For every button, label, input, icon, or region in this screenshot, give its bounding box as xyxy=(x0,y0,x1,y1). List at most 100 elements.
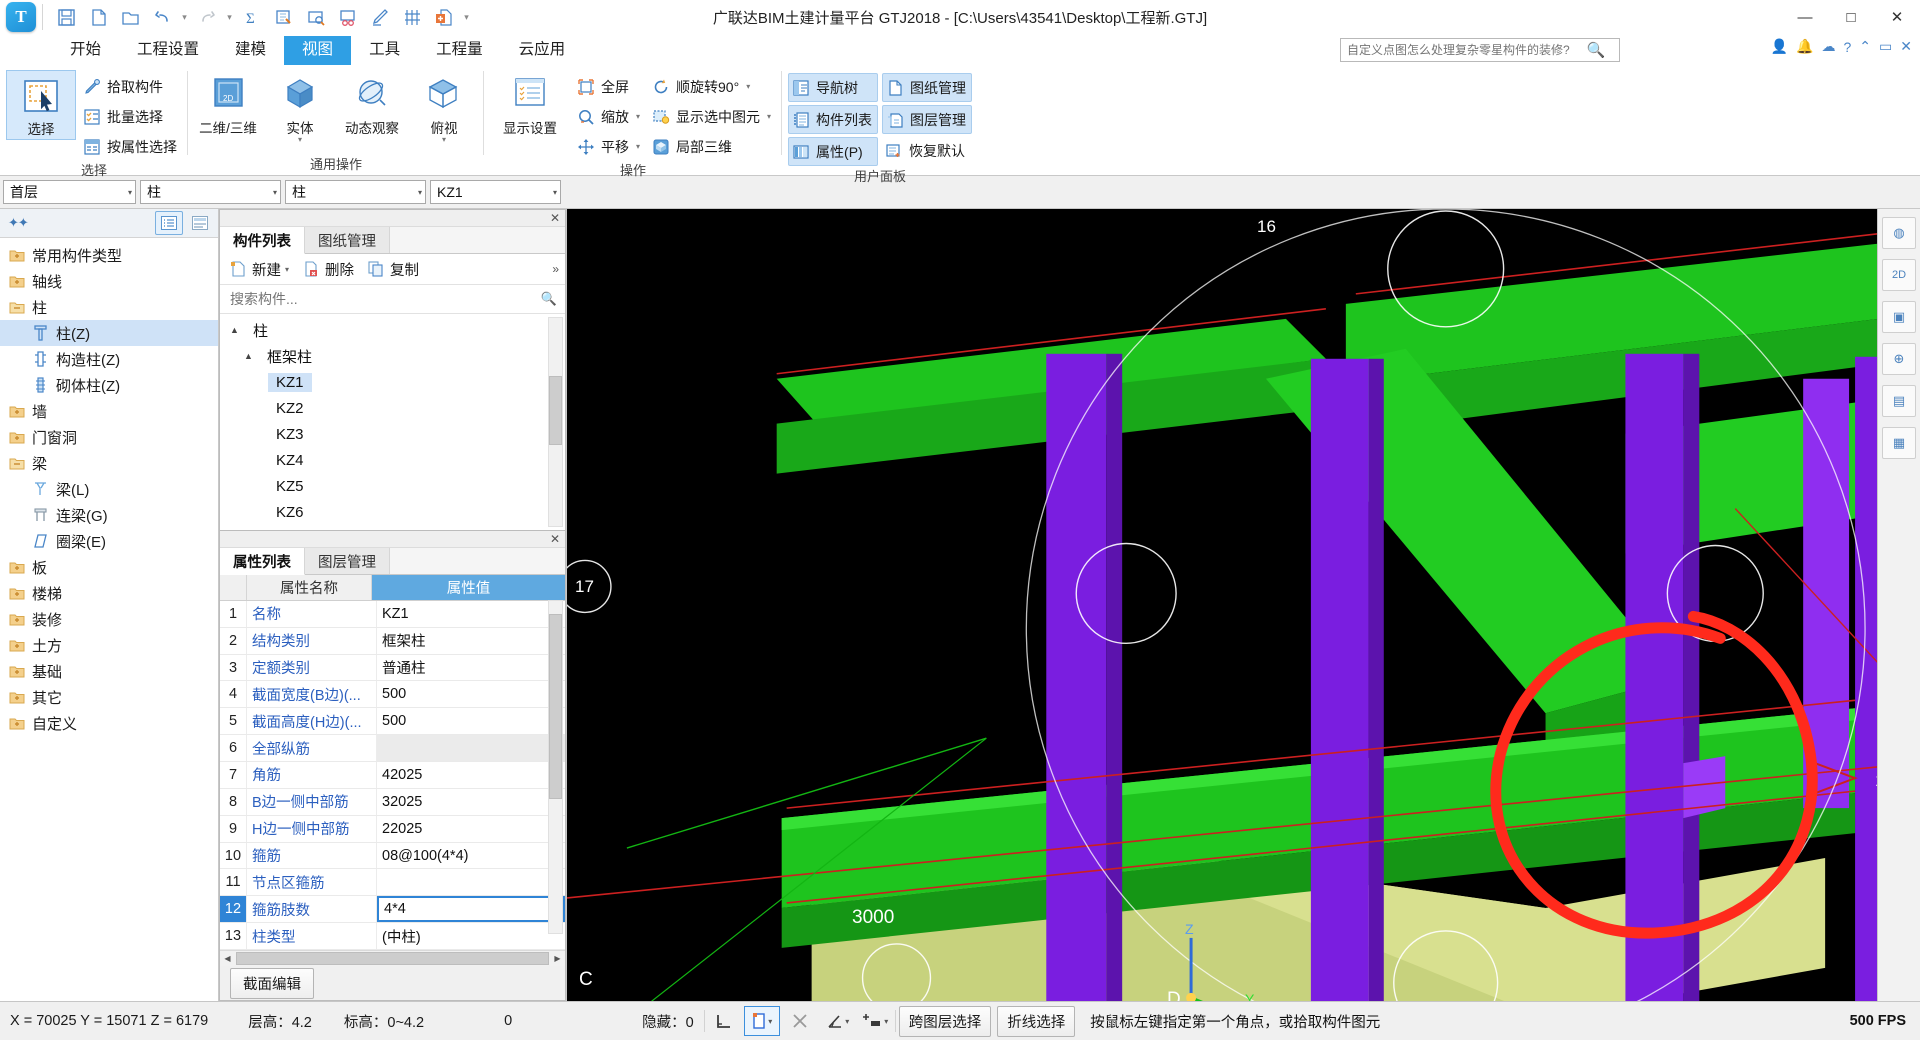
model-3d-scene[interactable] xyxy=(567,209,1920,1001)
chevron-down-icon[interactable]: ▾ xyxy=(845,1017,849,1026)
view-2d-button[interactable]: 2D xyxy=(1882,259,1916,291)
local-3d-button[interactable]: 局部三维 xyxy=(649,133,776,160)
cross-snap-button[interactable] xyxy=(782,1006,818,1036)
nav-item-slab[interactable]: 板 xyxy=(0,554,218,580)
table-row[interactable]: 5 截面高度(H边)(... 500 xyxy=(220,708,565,735)
nav-item-door-window[interactable]: 门窗洞 xyxy=(0,424,218,450)
nav-item-column-group[interactable]: 柱 xyxy=(0,294,218,320)
batch-icon[interactable] xyxy=(333,3,363,31)
check-model-icon[interactable] xyxy=(269,3,299,31)
sidebar-item-beam-l[interactable]: 梁(L) xyxy=(0,476,218,502)
component-tree-node-frame-column[interactable]: ▲ 框架柱 xyxy=(220,343,565,369)
save-icon[interactable] xyxy=(51,3,81,31)
ribbon-close-icon[interactable]: ✕ xyxy=(1900,38,1912,55)
drawing-manage-toggle[interactable]: 图纸管理 xyxy=(882,73,972,102)
scroll-right-arrow[interactable]: ▶ xyxy=(552,954,563,963)
component-item-kz6[interactable]: KZ6 xyxy=(220,499,565,525)
subcategory-select[interactable]: 柱 ▾ xyxy=(285,180,426,204)
redo-dropdown-caret[interactable]: ▾ xyxy=(224,12,235,23)
sidebar-item-column-z[interactable]: 柱(Z) xyxy=(0,320,218,346)
export-icon[interactable] xyxy=(429,3,459,31)
chevron-down-icon[interactable]: ▾ xyxy=(768,1017,772,1026)
table-row[interactable]: 8 B边一侧中部筋 32025 xyxy=(220,789,565,816)
table-row[interactable]: 3 定额类别 普通柱 xyxy=(220,655,565,682)
nav-item-stairs[interactable]: 楼梯 xyxy=(0,580,218,606)
pick-component-button[interactable]: 拾取构件 xyxy=(80,73,182,100)
property-value[interactable]: (中柱) xyxy=(377,923,565,949)
tab-drawing-manage[interactable]: 图纸管理 xyxy=(305,227,390,253)
rotate-90-caret[interactable]: ▾ xyxy=(746,82,750,91)
table-row[interactable]: 13 柱类型 (中柱) xyxy=(220,923,565,950)
tab-modeling[interactable]: 建模 xyxy=(217,36,284,65)
table-row[interactable]: 10 箍筋 08@100(4*4) xyxy=(220,843,565,870)
property-value[interactable]: 框架柱 xyxy=(377,628,565,654)
nav-item-others[interactable]: 其它 xyxy=(0,684,218,710)
property-value[interactable]: 普通柱 xyxy=(377,655,565,681)
table-row[interactable]: 9 H边一侧中部筋 22025 xyxy=(220,816,565,843)
polyline-select-button[interactable]: 折线选择 xyxy=(997,1006,1075,1037)
nav-item-decoration[interactable]: 装修 xyxy=(0,606,218,632)
twisty-icon[interactable]: ▲ xyxy=(230,325,240,335)
sidebar-item-ring-beam-e[interactable]: 圈梁(E) xyxy=(0,528,218,554)
search-icon[interactable]: 🔍 xyxy=(1587,41,1605,59)
fullscreen-button[interactable]: 全屏 xyxy=(574,73,645,100)
add-shortcut-icon[interactable]: ✦✦ xyxy=(4,215,28,231)
search-input[interactable] xyxy=(1345,42,1587,58)
component-tree-node-column[interactable]: ▲ 柱 xyxy=(220,317,565,343)
scroll-left-arrow[interactable]: ◀ xyxy=(222,954,233,963)
table-row[interactable]: 2 结构类别 框架柱 xyxy=(220,628,565,655)
angle-snap-button[interactable]: ▾ xyxy=(820,1006,856,1036)
nav-item-common-types[interactable]: 常用构件类型 xyxy=(0,242,218,268)
cross-layer-select-button[interactable]: 跨图层选择 xyxy=(899,1006,992,1037)
tab-cloud-apps[interactable]: 云应用 xyxy=(501,36,584,65)
copy-component-button[interactable]: 复制 xyxy=(366,259,419,280)
close-icon[interactable]: ✕ xyxy=(550,213,560,223)
delete-component-button[interactable]: 删除 xyxy=(301,259,354,280)
nav-item-foundation[interactable]: 基础 xyxy=(0,658,218,684)
section-edit-button[interactable]: 截面编辑 xyxy=(230,968,314,999)
layers-button[interactable]: ▤ xyxy=(1882,385,1916,417)
twisty-icon[interactable]: ▲ xyxy=(244,351,254,361)
grid-icon[interactable] xyxy=(397,3,427,31)
undo-icon[interactable] xyxy=(147,3,177,31)
select-tool-button[interactable]: 选择 xyxy=(6,70,76,140)
floor-select[interactable]: 首层 ▾ xyxy=(3,180,136,204)
show-selected-caret[interactable]: ▾ xyxy=(767,112,771,121)
property-value[interactable]: KZ1 xyxy=(377,601,565,627)
solid-view-button[interactable]: 实体 ▾ xyxy=(266,70,334,145)
properties-toggle[interactable]: 属性(P) xyxy=(788,137,878,166)
table-row[interactable]: 7 角筋 42025 xyxy=(220,762,565,789)
property-value[interactable]: 500 xyxy=(377,708,565,734)
cloud-icon[interactable]: ☁ xyxy=(1822,38,1836,55)
new-file-icon[interactable] xyxy=(83,3,113,31)
chevron-down-icon[interactable]: ▾ xyxy=(884,1017,888,1026)
table-row[interactable]: 1 名称 KZ1 xyxy=(220,601,565,628)
sidebar-item-coupling-beam-g[interactable]: 连梁(G) xyxy=(0,502,218,528)
table-row-selected[interactable]: 12 箍筋肢数 4*4 xyxy=(220,896,565,923)
tab-view[interactable]: 视图 xyxy=(284,36,351,65)
qat-overflow-caret[interactable]: ▾ xyxy=(461,12,472,23)
minimize-button[interactable]: — xyxy=(1782,0,1828,34)
open-folder-icon[interactable] xyxy=(115,3,145,31)
rect-snap-button[interactable]: ▾ xyxy=(744,1006,780,1036)
close-icon[interactable]: ✕ xyxy=(550,534,560,544)
scrollbar-thumb[interactable] xyxy=(549,376,562,445)
rotate-90-button[interactable]: 顺旋转90° ▾ xyxy=(649,73,776,100)
property-hscrollbar[interactable]: ◀ ▶ xyxy=(220,950,565,966)
solid-view-caret[interactable]: ▾ xyxy=(298,136,302,143)
table-row[interactable]: 6 全部纵筋 xyxy=(220,735,565,762)
component-search[interactable]: 🔍 xyxy=(220,285,565,314)
new-component-button[interactable]: 新建 ▾ xyxy=(228,259,289,280)
zoom-extent-button[interactable]: ⊕ xyxy=(1882,343,1916,375)
pen-icon[interactable] xyxy=(365,3,395,31)
maximize-button[interactable]: □ xyxy=(1828,0,1874,34)
property-value[interactable]: 500 xyxy=(377,681,565,707)
property-value[interactable]: 08@100(4*4) xyxy=(377,843,565,869)
sidebar-item-masonry-column-z[interactable]: 砌体柱(Z) xyxy=(0,372,218,398)
add-point-button[interactable]: ▾ xyxy=(858,1006,894,1036)
display-settings-button[interactable]: 显示设置 xyxy=(490,70,570,138)
detail-view-button[interactable] xyxy=(186,211,214,235)
help-icon[interactable]: ? xyxy=(1844,39,1852,55)
component-search-input[interactable] xyxy=(228,290,541,308)
sum-icon[interactable]: Σ xyxy=(237,3,267,31)
